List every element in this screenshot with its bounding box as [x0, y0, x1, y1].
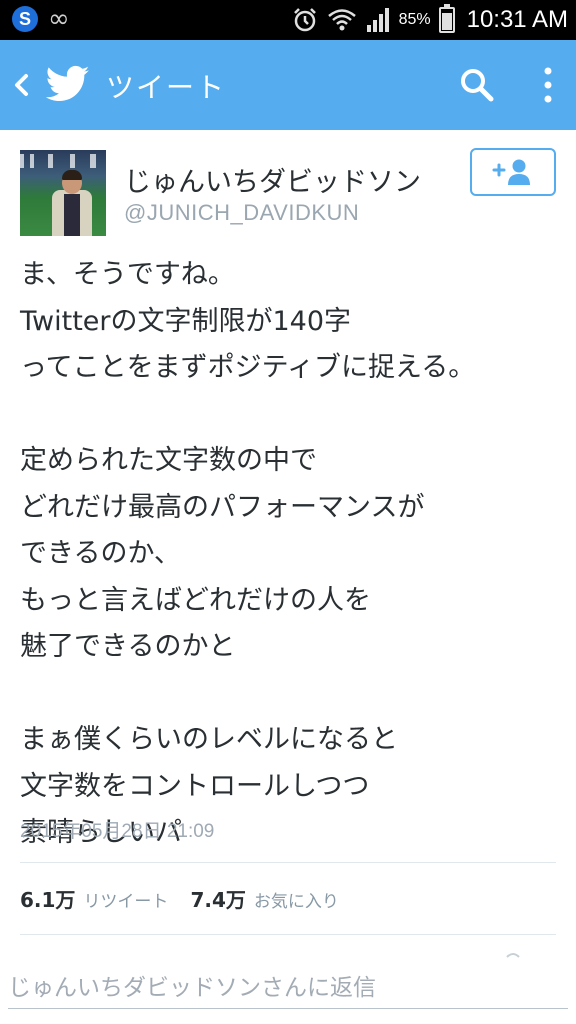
- tweet-timestamp: 2015年05月28日 21:09: [20, 821, 215, 842]
- tweet-text-line: 定められた文字数の中で: [20, 445, 317, 476]
- tweet-text-line: どれだけ最高のパフォーマンスが: [20, 491, 425, 523]
- tweet-text-line: まぁ僕くらいのレベルになると: [20, 724, 398, 755]
- follow-button[interactable]: [470, 148, 556, 196]
- avatar-stadium-lights: [20, 154, 106, 168]
- status-bar-left: S ∞: [12, 6, 70, 32]
- retweet-count[interactable]: 6.1万: [20, 884, 75, 913]
- signal-icon: [365, 7, 391, 33]
- back-icon[interactable]: [10, 68, 32, 102]
- search-icon[interactable]: [458, 66, 496, 104]
- retweet-label[interactable]: リツイート: [83, 887, 168, 912]
- status-bar-right: 85% 10:31 AM: [291, 4, 568, 36]
- page-title: ツイート: [106, 71, 227, 104]
- favorite-count[interactable]: 7.4万: [190, 884, 245, 913]
- tweet-text: ま、そうですね。 Twitterの文字制限が140字ってことをまずポジティブに捉え…: [20, 252, 560, 857]
- tweet-text-line: もっと言えばどれだけの人を: [20, 584, 371, 616]
- reply-input[interactable]: [8, 970, 568, 1006]
- action-icon-partial: [506, 953, 520, 958]
- battery-percent: 85%: [398, 11, 431, 28]
- alarm-icon: [291, 6, 319, 34]
- s-notification-icon: S: [12, 6, 38, 32]
- tweet-text-line: 文字数をコントロールしつつ: [20, 770, 370, 802]
- tweet-text-line: Twitterの文字制限が140字: [20, 305, 352, 337]
- avatar[interactable]: [20, 150, 106, 236]
- tweet-text-line: 魅了できるのかと: [20, 631, 236, 662]
- tweet-text-line: [20, 392, 560, 439]
- favorite-label[interactable]: お気に入り: [254, 887, 339, 912]
- tweet-text-line: [20, 671, 560, 718]
- divider: [20, 862, 556, 863]
- app-bar: ツイート: [0, 40, 576, 130]
- twitter-bird-icon: [46, 65, 90, 102]
- divider: [20, 934, 556, 935]
- tweet-text-line: できるのか、: [20, 538, 181, 569]
- status-bar: S ∞ 85% 10:31 AM: [0, 0, 576, 40]
- reply-input-underline: [8, 1008, 568, 1009]
- battery-fill: [441, 13, 452, 30]
- infinity-icon: ∞: [48, 4, 70, 34]
- tweet-stats: 6.1万 リツイート 7.4万 お気に入り: [20, 884, 339, 913]
- display-name[interactable]: じゅんいちダビッドソン: [124, 160, 421, 199]
- add-user-icon: [492, 159, 530, 185]
- overflow-menu-icon[interactable]: [536, 64, 560, 106]
- wifi-icon: [327, 7, 357, 33]
- avatar-person-shirt: [64, 194, 80, 236]
- tweet-text-line: ま、そうですね。: [20, 259, 235, 290]
- screen-name[interactable]: @JUNICH_DAVIDKUN: [124, 200, 359, 226]
- avatar-person-hair: [62, 170, 82, 180]
- battery-icon: [438, 4, 455, 33]
- reply-bar: [0, 960, 576, 1024]
- tweet-text-line: ってことをまずポジティブに捉える。: [20, 352, 476, 383]
- clock: 10:31 AM: [466, 6, 568, 33]
